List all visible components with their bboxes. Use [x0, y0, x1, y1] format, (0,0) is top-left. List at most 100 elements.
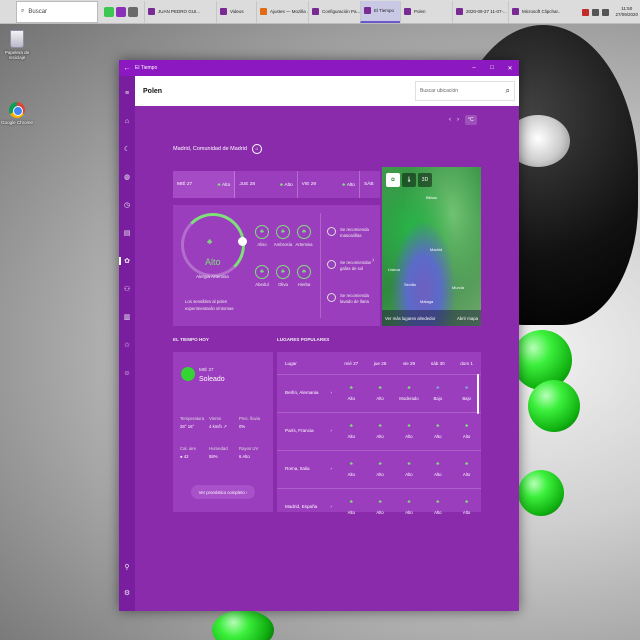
taskbar-app-button[interactable]: El Tiempo	[360, 0, 400, 23]
day-tab[interactable]: JUE 28 ♣ Alto	[235, 171, 298, 198]
chrome-desktop-icon[interactable]: Google Chrome	[0, 102, 34, 125]
table-row[interactable]: Madrid, España › ♣ Alto ♣ Alto ♣ Alto ♣ Alto ♣ Alto	[277, 488, 481, 524]
recommendation-text: Se recomienda lavado de llana	[340, 293, 369, 304]
star-icon[interactable]: ☆	[122, 340, 132, 350]
map-tabs: ✿ 🌡 3D	[386, 173, 432, 187]
scrollbar[interactable]	[477, 374, 479, 414]
leaf-icon: ♣	[349, 422, 353, 429]
maximize-button[interactable]: □	[483, 65, 501, 71]
recommendation-item: Se recomienda mascarillas	[327, 227, 376, 239]
pollen-type[interactable]: ♣ Hierba	[293, 265, 315, 287]
pollen-level-cell: ♣ Moderado	[395, 385, 424, 401]
map-more-places-link[interactable]: Ver más lugares alrededor	[385, 316, 435, 321]
pinned-app-icon[interactable]	[104, 6, 114, 17]
taskbar-search[interactable]: ⌕ Buscar	[16, 0, 98, 23]
app-icon	[364, 7, 371, 14]
pollen-type[interactable]: ♣ Oliva	[272, 265, 294, 287]
search-icon: ⌕	[505, 86, 510, 95]
moon-icon[interactable]: ☾	[122, 144, 132, 154]
taskbar-app-button[interactable]: 2020-09-27 11-07-...	[452, 0, 508, 23]
pollen-level-cell: ♣ Alto	[452, 423, 481, 439]
pollen-type-label: Abedul	[255, 282, 269, 287]
taskbar-app-button[interactable]: Ajustes — Mozilla ...	[256, 0, 308, 23]
pollen-level-cell: ♣ Alto	[366, 461, 395, 477]
recommendation-text: Se recomiendan gafas de sol	[340, 260, 372, 271]
settings-icon[interactable]: ⚙	[122, 588, 132, 598]
clock-icon[interactable]: ◷	[122, 200, 132, 210]
chevron-right-icon: ›	[330, 390, 332, 395]
day-tab[interactable]: SÁB	[360, 171, 380, 198]
pollen-type[interactable]: ♣ Abedul	[251, 265, 273, 287]
location-pin-icon[interactable]: ⌂	[251, 144, 262, 154]
leaf-icon: ♣	[464, 498, 469, 505]
taskbar-app-button[interactable]: Videos	[216, 0, 256, 23]
minimize-button[interactable]: –	[465, 65, 483, 71]
map-city-label: Madrid	[430, 247, 443, 252]
chrome-icon	[9, 102, 25, 118]
taskbar-app-button[interactable]: JUAN PEDRO GUI...	[144, 0, 216, 23]
chart-icon[interactable]: ▥	[122, 312, 132, 322]
volume-icon[interactable]	[602, 8, 610, 16]
table-row[interactable]: Berlín, Alemania › ♣ Alto ♣ Alto ♣ Moderado ♣ Baj…	[277, 374, 481, 410]
pollen-type[interactable]: ♣ Artemisa	[293, 225, 315, 247]
recommendation-item: Se recomiendan gafas de sol	[327, 260, 376, 272]
taskbar-app-button[interactable]: Configuración Pa...	[308, 0, 360, 23]
weather-stat: Cal. aire ● 42	[180, 446, 196, 459]
window-titlebar: ← El Tiempo – □ ✕	[119, 60, 519, 76]
pollen-icon[interactable]: ✿	[119, 256, 132, 266]
life-icon[interactable]: ⚇	[122, 284, 132, 294]
chevron-right-icon[interactable]: ›	[457, 117, 459, 123]
pollen-map-tab[interactable]: ✿	[386, 173, 400, 187]
3d-map-tab[interactable]: 3D	[418, 173, 432, 187]
day-label: JUE 28	[239, 182, 256, 187]
day-tab[interactable]: VIE 29 ♣ Alto	[298, 171, 360, 198]
pollen-level: Alto	[462, 471, 471, 477]
table-row[interactable]: Roma, Italia › ♣ Alto ♣ Alto ♣ Alto ♣ Alto ♣ Alto	[277, 450, 481, 486]
unit-toggle-button[interactable]: °C	[465, 115, 477, 125]
wallpaper-green-ball	[518, 470, 564, 516]
leaf-icon: ♣	[378, 384, 382, 391]
pollen-type[interactable]: ♣ Aliso	[251, 225, 273, 247]
full-forecast-button[interactable]: Ver pronóstico completo ›	[191, 485, 255, 499]
pollen-level-cell: ♣ Bajo	[423, 385, 452, 401]
pollen-level-cell: ♣ Alto	[366, 499, 395, 515]
hamburger-menu-icon[interactable]: ≡	[122, 88, 132, 98]
network-icon[interactable]	[592, 8, 600, 16]
stat-value: 28° 16°	[180, 424, 195, 429]
open-map-link[interactable]: Abrir mapa	[457, 316, 478, 321]
home-icon[interactable]: ⌂	[122, 116, 132, 126]
pollen-level: Alto	[405, 509, 413, 515]
account-icon[interactable]: ⚲	[122, 562, 132, 572]
tray-app-icon[interactable]	[582, 8, 590, 16]
pollen-map-card[interactable]: ✿ 🌡 3D Madrid Sevilla Murcia Málaga Bilbao Lisb…	[382, 167, 481, 326]
temperature-map-tab[interactable]: 🌡	[402, 173, 416, 187]
pinned-app-icon[interactable]	[116, 6, 126, 17]
recycle-bin-icon[interactable]: Papelera de reciclaje	[0, 30, 34, 60]
day-tab[interactable]: MIÉ 27 ♣ Alto	[173, 171, 236, 198]
pollen-level: Alto	[434, 471, 442, 477]
app-icon	[456, 8, 463, 15]
taskbar-app-label: El Tiempo	[374, 8, 395, 13]
leaf-icon: ♣	[464, 460, 469, 467]
chevron-left-icon[interactable]: ‹	[449, 117, 451, 123]
table-row[interactable]: París, Francia › ♣ Alto ♣ Alto ♣ Alto ♣ Alto ♣ Alto	[277, 412, 481, 448]
taskbar-app-button[interactable]: Microsoft Clipchar...	[508, 0, 560, 23]
pinned-app-icon[interactable]	[128, 6, 138, 17]
chevron-right-icon: ›	[330, 466, 332, 471]
taskbar-app-label: 2020-09-27 11-07-...	[466, 9, 507, 14]
globe-icon[interactable]: ◍	[122, 172, 132, 182]
clock[interactable]: 11:50 27/09/2020	[615, 6, 638, 18]
pollen-type[interactable]: ♣ Ambrosía	[272, 225, 294, 247]
app-icon	[312, 8, 319, 15]
weather-stat: Temperatura 28° 16°	[180, 416, 204, 429]
chevron-right-icon[interactable]: ›	[372, 257, 374, 264]
back-arrow-icon[interactable]: ←	[119, 65, 135, 72]
taskbar-app-button[interactable]: Polen	[400, 0, 452, 23]
smile-icon[interactable]: ☺	[122, 368, 132, 378]
news-icon[interactable]: ▤	[122, 228, 132, 238]
leaf-icon: ♣	[349, 460, 353, 467]
pollen-level-cell: ♣ Alto	[337, 385, 366, 401]
location-search-input[interactable]: Buscar ubicación ⌕	[415, 81, 515, 101]
pollen-level-cell: ♣ Alto	[337, 423, 366, 439]
close-button[interactable]: ✕	[501, 65, 519, 72]
